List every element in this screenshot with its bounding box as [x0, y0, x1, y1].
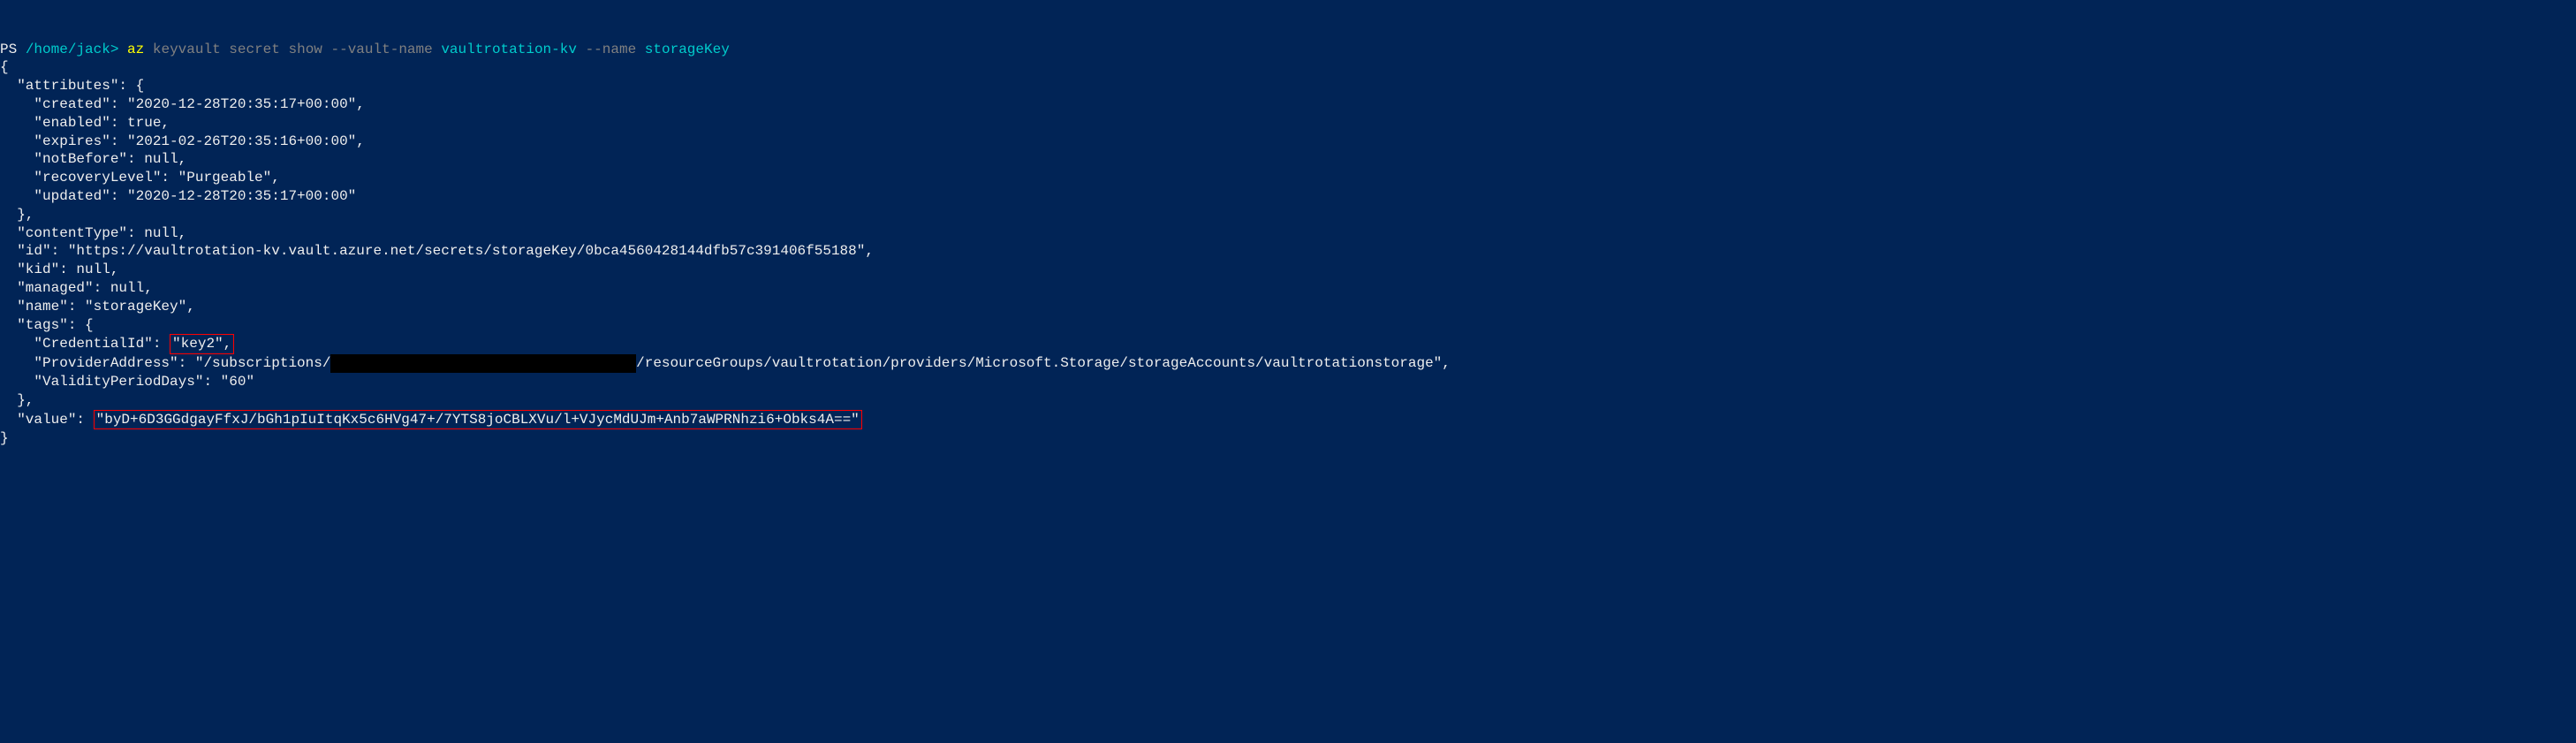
- highlight-credentialid: "key2",: [170, 334, 234, 354]
- json-line: "ValidityPeriodDays": "60": [0, 374, 254, 390]
- json-line: },: [0, 392, 34, 408]
- prompt-ps: PS: [0, 42, 26, 57]
- json-credentialid-value: "key2",: [172, 336, 231, 352]
- json-value-key: "value":: [0, 412, 94, 428]
- json-provideraddress-a: "ProviderAddress": "/subscriptions/: [0, 355, 330, 371]
- json-line: "notBefore": null,: [0, 151, 186, 167]
- json-line: "name": "storageKey",: [0, 299, 195, 315]
- json-line: "expires": "2021-02-26T20:35:16+00:00",: [0, 133, 365, 149]
- val-vault-name: vaultrotation-kv: [441, 42, 585, 57]
- json-line: "recoveryLevel": "Purgeable",: [0, 170, 280, 186]
- json-line: "updated": "2020-12-28T20:35:17+00:00": [0, 188, 356, 204]
- flag-vault-name: --vault-name: [331, 42, 442, 57]
- json-line: "tags": {: [0, 317, 94, 333]
- json-line: "attributes": {: [0, 78, 144, 94]
- json-line: "id": "https://vaultrotation-kv.vault.az…: [0, 243, 874, 259]
- prompt-space: [118, 42, 127, 57]
- terminal-output[interactable]: PS /home/jack> az keyvault secret show -…: [0, 41, 2576, 449]
- json-line: "enabled": true,: [0, 115, 170, 131]
- json-line: },: [0, 207, 34, 223]
- command-args: keyvault secret show: [153, 42, 331, 57]
- json-provideraddress-b: /resourceGroups/vaultrotation/providers/…: [636, 355, 1451, 371]
- redacted-subscription-id: xxxxxxxxxxxxxxxxxxxxxxxxxxxxxxxxxxxx: [330, 354, 636, 373]
- val-name: storageKey: [645, 42, 730, 57]
- json-line: "created": "2020-12-28T20:35:17+00:00",: [0, 96, 365, 112]
- json-value-value: "byD+6D3GGdgayFfxJ/bGh1pIuItqKx5c6HVg47+…: [96, 412, 860, 428]
- json-line: "contentType": null,: [0, 225, 186, 241]
- command-az: az: [127, 42, 153, 57]
- json-credentialid-key: "CredentialId":: [0, 336, 170, 352]
- highlight-value: "byD+6D3GGdgayFfxJ/bGh1pIuItqKx5c6HVg47+…: [94, 410, 862, 430]
- json-line: {: [0, 59, 9, 75]
- flag-name: --name: [586, 42, 645, 57]
- prompt-path: /home/jack>: [26, 42, 119, 57]
- json-line: "kid": null,: [0, 262, 118, 277]
- json-line: }: [0, 430, 9, 446]
- json-line: "managed": null,: [0, 280, 153, 296]
